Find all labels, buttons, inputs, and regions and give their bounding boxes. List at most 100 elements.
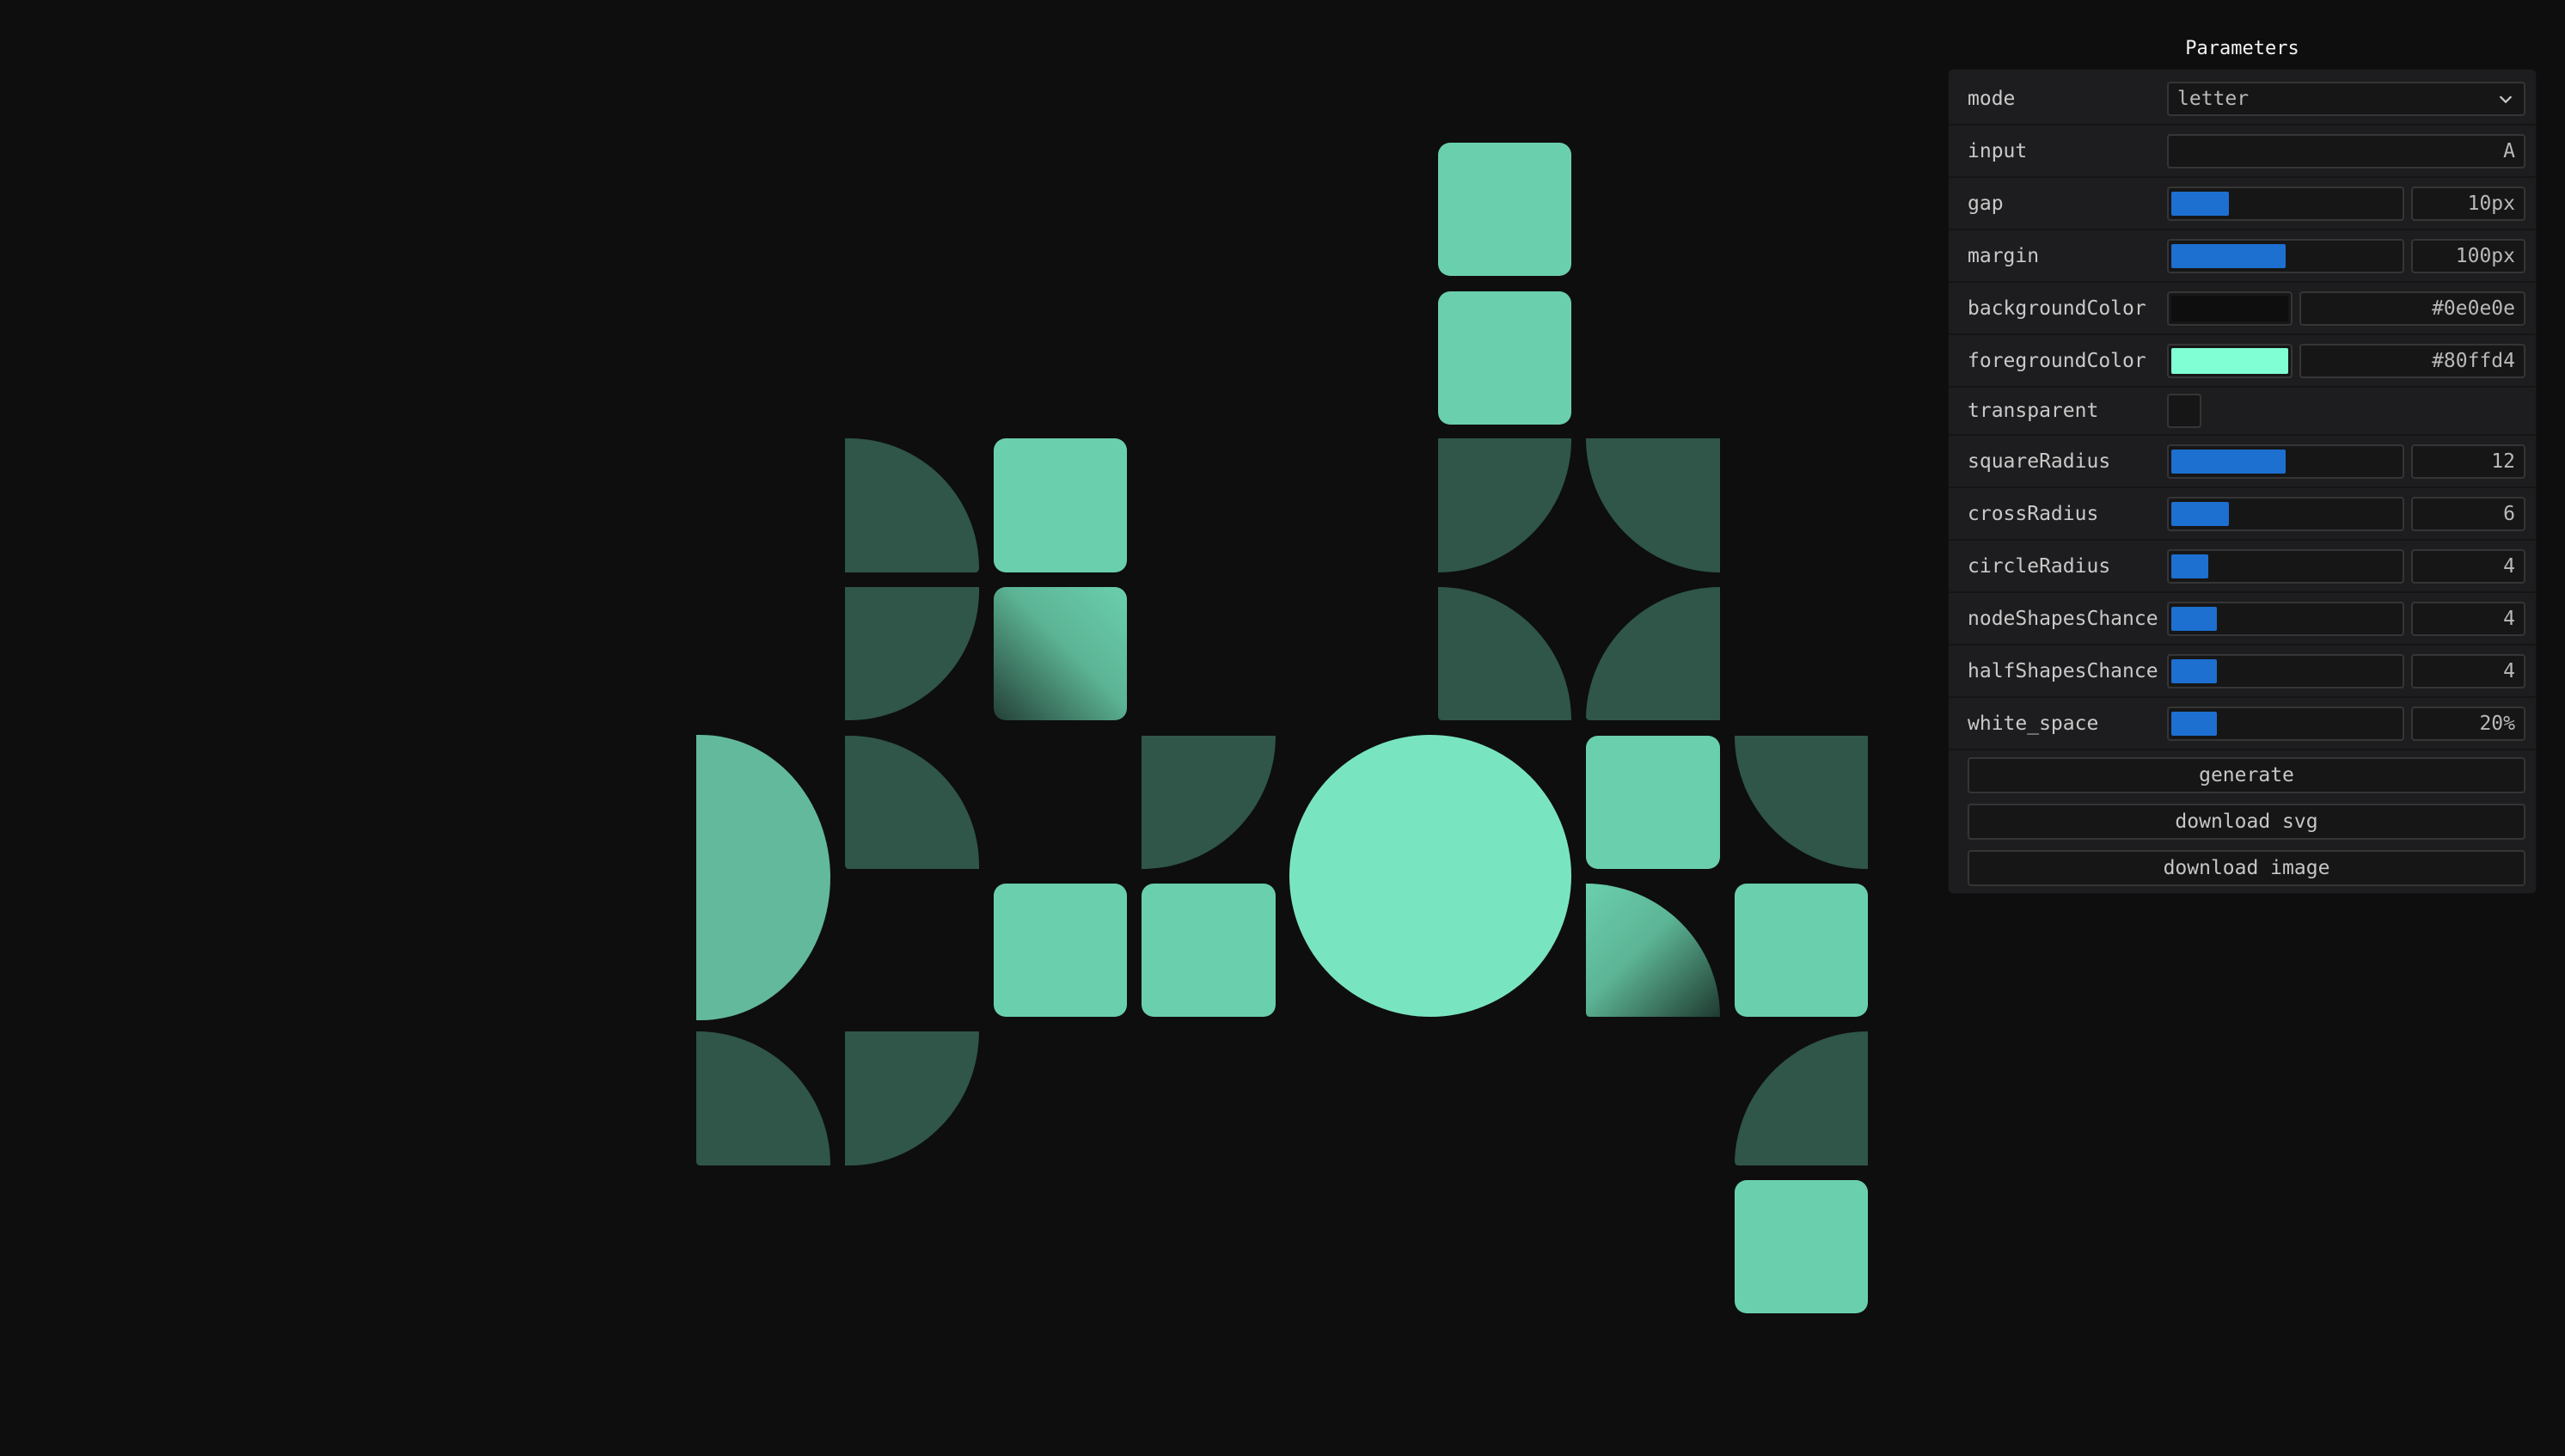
mode-select[interactable]: letter	[2167, 81, 2525, 116]
half-circle-tile	[696, 735, 830, 1020]
margin-value-field[interactable]: 100px	[2411, 238, 2525, 273]
quarter-tile-dark	[1142, 736, 1276, 869]
foreground-color-swatch[interactable]	[2167, 343, 2293, 378]
node-shapes-chance-value: 4	[2503, 607, 2515, 630]
circle-radius-value: 4	[2503, 554, 2515, 578]
input-value: A	[2503, 139, 2515, 162]
node-shapes-chance-field[interactable]: 4	[2411, 601, 2525, 636]
quarter-tile-dark	[696, 1031, 830, 1165]
param-row-margin: margin 100px	[1949, 230, 2536, 283]
background-color-value: #0e0e0e	[2432, 297, 2515, 320]
param-row-transparent: transparent	[1949, 388, 2536, 436]
download-image-button[interactable]: download image	[1968, 850, 2525, 886]
slider-fill	[2171, 501, 2229, 526]
param-row-half-shapes-chance: halfShapesChance 4	[1949, 645, 2536, 698]
cross-radius-slider[interactable]	[2167, 496, 2404, 531]
param-row-background-color: backgroundColor #0e0e0e	[1949, 283, 2536, 335]
background-color-field[interactable]: #0e0e0e	[2299, 291, 2525, 326]
param-label: white_space	[1968, 712, 2099, 735]
square-tile	[994, 884, 1127, 1017]
param-row-square-radius: squareRadius 12	[1949, 436, 2536, 488]
node-shapes-chance-slider[interactable]	[2167, 601, 2404, 636]
param-row-foreground-color: foregroundColor #80ffd4	[1949, 335, 2536, 388]
mode-value: letter	[2177, 87, 2250, 110]
quarter-tile-dark	[845, 1031, 979, 1165]
quarter-tile-dark	[845, 587, 980, 720]
param-row-input: input A	[1949, 125, 2536, 178]
param-row-node-shapes-chance: nodeShapesChance 4	[1949, 593, 2536, 645]
panel-title: Parameters	[2185, 38, 2299, 59]
cross-radius-field[interactable]: 6	[2411, 496, 2525, 531]
param-label: margin	[1968, 244, 2040, 267]
half-shapes-chance-field[interactable]: 4	[2411, 653, 2525, 688]
param-label: squareRadius	[1968, 450, 2111, 473]
white-space-field[interactable]: 20%	[2411, 706, 2525, 741]
param-label: halfShapesChance	[1968, 659, 2158, 682]
square-radius-field[interactable]: 12	[2411, 444, 2525, 479]
param-row-gap: gap 10px	[1949, 178, 2536, 230]
slider-fill	[2171, 606, 2218, 631]
quarter-tile-dark	[1438, 438, 1571, 572]
quarter-tile-dark	[1735, 1031, 1868, 1165]
quarter-tile-dark	[845, 438, 979, 572]
action-buttons: generate download svg download image	[1949, 750, 2536, 886]
param-label: input	[1968, 139, 2028, 162]
white-space-value: 20%	[2479, 712, 2515, 735]
square-radius-slider[interactable]	[2167, 444, 2404, 479]
param-label: foregroundColor	[1968, 349, 2146, 372]
chevron-down-icon	[2499, 95, 2513, 103]
quarter-tile-dark	[1438, 587, 1571, 720]
param-label: mode	[1968, 87, 2016, 110]
transparent-checkbox[interactable]	[2167, 394, 2201, 428]
param-row-cross-radius: crossRadius 6	[1949, 488, 2536, 541]
cross-radius-value: 6	[2503, 502, 2515, 525]
circle-radius-slider[interactable]	[2167, 548, 2404, 584]
input-field[interactable]: A	[2167, 133, 2525, 168]
square-tile	[1438, 143, 1571, 276]
parameters-list: mode letter input A gap 10px margin 100p…	[1948, 69, 2537, 894]
param-label: transparent	[1968, 400, 2099, 422]
param-row-mode: mode letter	[1949, 73, 2536, 125]
param-label: gap	[1968, 192, 2004, 215]
quarter-tile-dark	[1586, 587, 1720, 720]
param-row-white-space: white_space 20%	[1949, 698, 2536, 750]
square-tile	[1735, 884, 1868, 1017]
white-space-slider[interactable]	[2167, 706, 2404, 741]
quarter-tile-dark	[1586, 438, 1720, 572]
square-tile	[1586, 736, 1720, 869]
square-radius-value: 12	[2491, 450, 2515, 473]
quarter-tile-dark	[845, 736, 979, 869]
background-color-swatch[interactable]	[2167, 291, 2293, 326]
quarter-tile-gradient	[1586, 884, 1720, 1017]
slider-fill	[2171, 711, 2218, 736]
param-label: circleRadius	[1968, 554, 2111, 578]
color-chip	[2171, 295, 2288, 321]
color-chip	[2171, 347, 2288, 374]
half-shapes-chance-slider[interactable]	[2167, 653, 2404, 688]
generate-button[interactable]: generate	[1968, 757, 2525, 793]
square-tile	[1735, 1180, 1868, 1313]
slider-fill	[2171, 191, 2229, 216]
param-row-circle-radius: circleRadius 4	[1949, 541, 2536, 593]
circle-tile	[1289, 735, 1571, 1017]
download-svg-button[interactable]: download svg	[1968, 804, 2525, 840]
param-label: backgroundColor	[1968, 297, 2146, 320]
circle-radius-field[interactable]: 4	[2411, 548, 2525, 584]
margin-slider[interactable]	[2167, 238, 2404, 273]
quarter-tile-dark	[1735, 736, 1868, 869]
gap-slider[interactable]	[2167, 186, 2404, 221]
slider-fill	[2171, 243, 2286, 268]
square-tile-gradient	[994, 587, 1127, 720]
margin-value: 100px	[2455, 244, 2515, 267]
foreground-color-field[interactable]: #80ffd4	[2299, 343, 2525, 378]
parameters-panel: Parameters mode letter input A gap 10px …	[1948, 34, 2537, 894]
slider-fill	[2171, 554, 2208, 578]
gap-value-field[interactable]: 10px	[2411, 186, 2525, 221]
slider-fill	[2171, 658, 2218, 683]
square-tile	[1142, 884, 1276, 1017]
foreground-color-value: #80ffd4	[2432, 349, 2515, 372]
gap-value: 10px	[2467, 192, 2515, 215]
slider-fill	[2171, 449, 2286, 474]
param-label: crossRadius	[1968, 502, 2099, 525]
half-shapes-chance-value: 4	[2503, 659, 2515, 682]
